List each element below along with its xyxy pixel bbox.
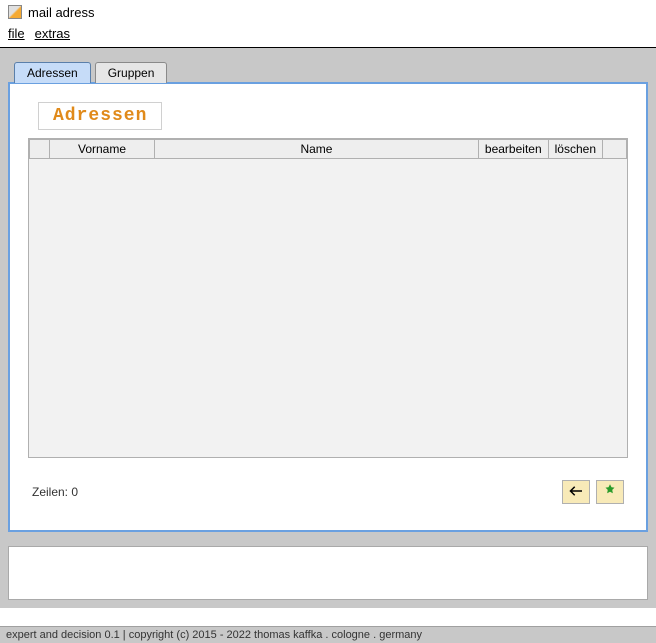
col-vorname[interactable]: Vorname	[50, 140, 155, 159]
table-container: Vorname Name bearbeiten löschen	[28, 138, 628, 458]
tab-adressen[interactable]: Adressen	[14, 62, 91, 83]
section-heading: Adressen	[53, 106, 147, 126]
row-value: 0	[71, 485, 78, 499]
message-box	[8, 546, 648, 600]
col-bearbeiten[interactable]: bearbeiten	[478, 140, 548, 159]
main-panel: Adressen Vorname Name bearbeiten löschen	[8, 82, 648, 532]
title-bar: mail adress	[0, 0, 656, 24]
panel-footer: Zeilen: 0	[28, 480, 628, 504]
window-title: mail adress	[28, 5, 94, 20]
back-button[interactable]	[562, 480, 590, 504]
workspace: Adressen Gruppen Adressen Vorname Name b…	[0, 48, 656, 608]
footer-buttons	[562, 480, 624, 504]
row-count: Zeilen: 0	[32, 485, 78, 499]
section-heading-box: Adressen	[38, 102, 162, 130]
menu-bar: file extras	[0, 24, 656, 48]
add-icon	[601, 482, 619, 503]
address-table: Vorname Name bearbeiten löschen	[29, 139, 627, 159]
menu-file[interactable]: file	[8, 26, 25, 41]
tab-strip: Adressen Gruppen	[14, 62, 648, 83]
arrow-left-icon	[567, 482, 585, 503]
status-bar: expert and decision 0.1 | copyright (c) …	[0, 626, 656, 643]
tab-gruppen[interactable]: Gruppen	[95, 62, 168, 83]
col-tail[interactable]	[603, 140, 627, 159]
menu-extras[interactable]: extras	[35, 26, 70, 41]
col-loeschen[interactable]: löschen	[548, 140, 602, 159]
new-button[interactable]	[596, 480, 624, 504]
col-name[interactable]: Name	[155, 140, 479, 159]
app-icon	[8, 5, 22, 19]
col-blank[interactable]	[30, 140, 50, 159]
row-label: Zeilen:	[32, 485, 68, 499]
